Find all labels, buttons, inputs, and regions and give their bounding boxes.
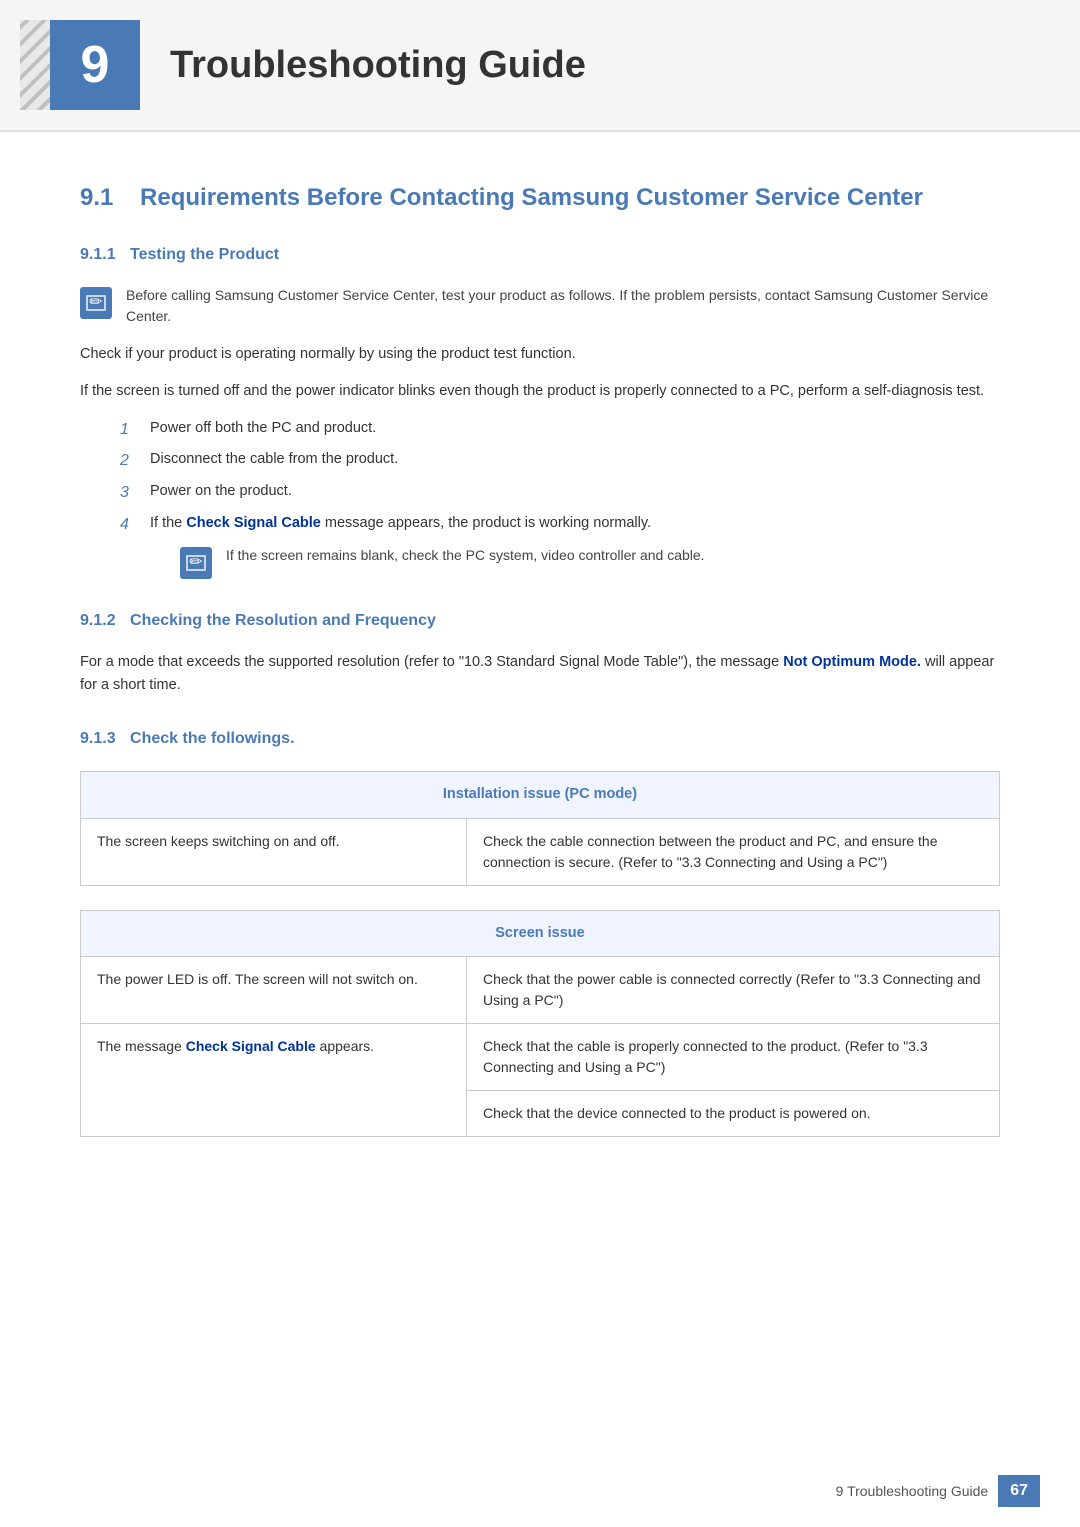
pencil-icon-2: ✏ — [189, 551, 202, 575]
diagnosis-steps-list: 1 Power off both the PC and product. 2 D… — [120, 418, 1000, 579]
list-item-2: 2 Disconnect the cable from the product. — [120, 449, 1000, 471]
resolution-body-text: For a mode that exceeds the supported re… — [80, 651, 1000, 697]
section-9-1-1-heading: 9.1.1 Testing the Product — [80, 243, 1000, 267]
installation-table-header: Installation issue (PC mode) — [81, 771, 1000, 818]
main-content: 9.1 Requirements Before Contacting Samsu… — [0, 132, 1080, 1221]
installation-table-row-1: The screen keeps switching on and off. C… — [81, 818, 1000, 885]
section-9-1-3-number: 9.1.3 — [80, 727, 116, 751]
page-footer: 9 Troubleshooting Guide 67 — [836, 1475, 1040, 1507]
list-number-3: 3 — [120, 481, 129, 505]
screen-solution-2-line-2: Check that the device connected to the p… — [467, 1091, 999, 1136]
header-stripe — [20, 20, 50, 110]
not-optimum-mode-bold: Not Optimum Mode. — [783, 654, 921, 670]
list-item-4: 4 If the Check Signal Cable message appe… — [120, 513, 1000, 579]
chapter-number-box: 9 — [50, 20, 140, 110]
list-number-1: 1 — [120, 418, 129, 442]
resolution-text-before: For a mode that exceeds the supported re… — [80, 654, 783, 670]
screen-table-row-1: The power LED is off. The screen will no… — [81, 957, 1000, 1024]
list-text-2: Disconnect the cable from the product. — [150, 451, 398, 467]
screen-problem-2-after: appears. — [316, 1038, 374, 1054]
section-9-1-1-number: 9.1.1 — [80, 243, 116, 267]
note-text-1: Before calling Samsung Customer Service … — [126, 285, 1000, 327]
note-box-1: ✏ Before calling Samsung Customer Servic… — [80, 285, 1000, 327]
list-text-1: Power off both the PC and product. — [150, 420, 376, 436]
installation-solution-1: Check the cable connection between the p… — [466, 818, 999, 885]
page-header: 9 Troubleshooting Guide — [0, 0, 1080, 132]
screen-problem-1: The power LED is off. The screen will no… — [81, 957, 467, 1024]
list-item-3: 3 Power on the product. — [120, 481, 1000, 503]
section-9-1-2-title: Checking the Resolution and Frequency — [130, 612, 436, 629]
check-signal-cable-bold-2: Check Signal Cable — [186, 1038, 316, 1054]
screen-issue-table: Screen issue The power LED is off. The s… — [80, 910, 1000, 1138]
screen-problem-2: The message Check Signal Cable appears. — [81, 1024, 467, 1137]
section-9-1-number: 9.1 — [80, 182, 113, 213]
note-icon-1: ✏ — [80, 287, 112, 319]
installation-issue-table: Installation issue (PC mode) The screen … — [80, 771, 1000, 886]
section-9-1-3-title: Check the followings. — [130, 730, 294, 747]
list-text-3: Power on the product. — [150, 483, 292, 499]
list-number-2: 2 — [120, 449, 129, 473]
body-text-1: Check if your product is operating norma… — [80, 343, 1000, 366]
page-title: Troubleshooting Guide — [170, 37, 586, 94]
check-signal-cable-bold-1: Check Signal Cable — [186, 515, 321, 531]
screen-solution-2-line-1: Check that the cable is properly connect… — [467, 1024, 999, 1091]
sub-note-text: If the screen remains blank, check the P… — [226, 545, 705, 566]
section-9-1-title: Requirements Before Contacting Samsung C… — [140, 184, 923, 211]
section-9-1-2-heading: 9.1.2 Checking the Resolution and Freque… — [80, 609, 1000, 633]
list-item-1: 1 Power off both the PC and product. — [120, 418, 1000, 440]
chapter-number: 9 — [81, 26, 110, 104]
list-number-4: 4 — [120, 513, 129, 537]
section-9-1-3-heading: 9.1.3 Check the followings. — [80, 727, 1000, 751]
body-text-2: If the screen is turned off and the powe… — [80, 380, 1000, 403]
footer-chapter-text: 9 Troubleshooting Guide — [836, 1481, 989, 1502]
screen-table-header: Screen issue — [81, 910, 1000, 957]
screen-table-header-row: Screen issue — [81, 910, 1000, 957]
section-9-1-1-title: Testing the Product — [130, 246, 279, 263]
footer-page-number: 67 — [998, 1475, 1040, 1507]
section-9-1-2-number: 9.1.2 — [80, 609, 116, 633]
screen-problem-2-before: The message — [97, 1038, 186, 1054]
screen-solution-1: Check that the power cable is connected … — [466, 957, 999, 1024]
pencil-icon: ✏ — [89, 291, 102, 315]
section-9-1-heading: 9.1 Requirements Before Contacting Samsu… — [80, 182, 1000, 213]
screen-table-row-2: The message Check Signal Cable appears. … — [81, 1024, 1000, 1137]
note-icon-2: ✏ — [180, 547, 212, 579]
installation-table-header-row: Installation issue (PC mode) — [81, 771, 1000, 818]
list-text-4: If the Check Signal Cable message appear… — [150, 515, 651, 531]
installation-problem-1: The screen keeps switching on and off. — [81, 818, 467, 885]
screen-solution-2: Check that the cable is properly connect… — [466, 1024, 999, 1137]
sub-note-box: ✏ If the screen remains blank, check the… — [180, 545, 1000, 579]
